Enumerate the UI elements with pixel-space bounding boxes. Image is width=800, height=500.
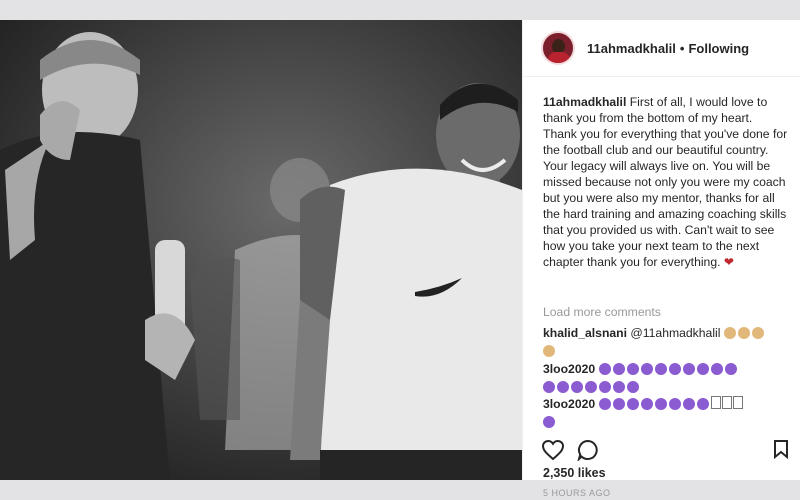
purple-heart-icon (612, 363, 625, 375)
comment-username[interactable]: 3loo2020 (543, 397, 595, 411)
purple-heart-icon (543, 381, 555, 393)
purple-heart-icon (640, 398, 653, 410)
avatar[interactable] (541, 31, 575, 65)
separator-dot: • (679, 40, 685, 56)
purple-heart-icon (599, 381, 611, 393)
instagram-post: 11ahmadkhalil • Following 11ahmadkhalil … (0, 20, 800, 498)
load-more-comments-link[interactable]: Load more comments (543, 305, 661, 319)
following-button[interactable]: Following (688, 41, 749, 56)
purple-heart-icon (710, 363, 723, 375)
unknown-glyph-icon (732, 396, 743, 409)
comment-mention[interactable]: @11ahmadkhalil (630, 326, 720, 340)
purple-heart-icon (626, 398, 639, 410)
purple-heart-icon (696, 363, 709, 375)
purple-heart-icon (613, 381, 625, 393)
likes-count[interactable]: 2,350 likes (543, 466, 606, 480)
clapping-hands-icon (723, 327, 736, 339)
purple-heart-icon (598, 363, 611, 375)
red-heart-emoji: ❤ (723, 255, 735, 269)
clapping-hands-icon (543, 345, 555, 357)
purple-heart-icon (640, 363, 653, 375)
purple-heart-icon (682, 363, 695, 375)
purple-heart-icon (557, 381, 569, 393)
purple-heart-icon (585, 381, 597, 393)
post-photo (0, 20, 522, 480)
clapping-hands-icon (751, 327, 764, 339)
smiling-face-icon (737, 327, 750, 339)
purple-heart-icon (543, 416, 555, 428)
purple-heart-icon (612, 398, 625, 410)
bookmark-icon[interactable] (773, 439, 789, 464)
post-side-panel: 11ahmadkhalil • Following 11ahmadkhalil … (522, 20, 800, 498)
purple-heart-icon (654, 363, 667, 375)
purple-heart-icon (571, 381, 583, 393)
comment-username[interactable]: 3loo2020 (543, 362, 595, 376)
post-header: 11ahmadkhalil • Following (523, 20, 800, 77)
purple-heart-icon (654, 398, 667, 410)
unknown-glyph-icon (710, 396, 721, 409)
purple-heart-icon (668, 398, 681, 410)
purple-heart-icon (668, 363, 681, 375)
caption-text: First of all, I would love to thank you … (543, 95, 788, 269)
purple-heart-icon (598, 398, 611, 410)
comment-item: khalid_alsnani @11ahmadkhalil (543, 324, 788, 360)
comment-item: 3loo2020 (543, 360, 788, 396)
purple-heart-icon (724, 363, 737, 375)
purple-heart-icon (626, 363, 639, 375)
purple-heart-icon (682, 398, 695, 410)
purple-heart-icon (627, 381, 639, 393)
post-timestamp: 5 HOURS AGO (543, 488, 611, 498)
post-caption: 11ahmadkhalil First of all, I would love… (543, 94, 788, 270)
heart-icon[interactable] (541, 439, 565, 466)
comment-item: 3loo2020 (543, 395, 788, 431)
post-actions-bar (541, 439, 789, 463)
caption-username[interactable]: 11ahmadkhalil (543, 95, 626, 109)
comment-username[interactable]: khalid_alsnani (543, 326, 627, 340)
unknown-glyph-icon (721, 396, 732, 409)
header-username[interactable]: 11ahmadkhalil (587, 41, 676, 56)
purple-heart-icon (696, 398, 709, 410)
comment-icon[interactable] (577, 439, 599, 466)
